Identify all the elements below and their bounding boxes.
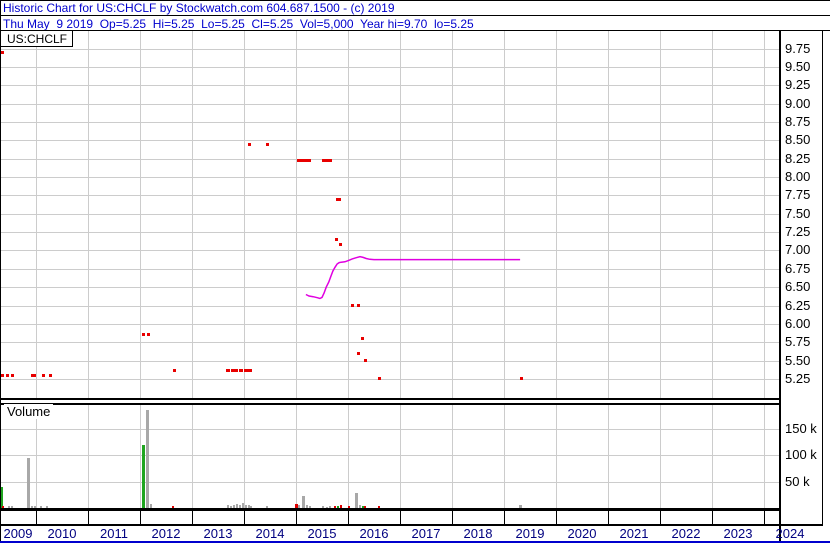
year-tick [660, 511, 661, 524]
year-tick [244, 511, 245, 524]
year-tick [556, 511, 557, 524]
year-label: 2012 [151, 526, 181, 541]
year-tick [88, 511, 89, 524]
year-label: 2013 [203, 526, 233, 541]
year-label: 2021 [619, 526, 649, 541]
year-tick [712, 511, 713, 524]
year-label: 2024 [775, 526, 805, 541]
symbol-label: US:CHCLF [7, 32, 68, 46]
year-label: 2011 [100, 526, 128, 541]
stockwatch-historic-chart: Historic Chart for US:CHCLF by Stockwatc… [0, 0, 830, 543]
year-label: 2023 [723, 526, 753, 541]
year-tick [764, 511, 765, 524]
year-tick [36, 511, 37, 524]
time-axis: 2009 2010 2011 2012 2013 2014 2015 2016 2017 2018… [0, 0, 830, 543]
year-tick [504, 511, 505, 524]
year-label: 2016 [359, 526, 389, 541]
year-label: 2015 [307, 526, 337, 541]
year-tick [192, 511, 193, 524]
year-tick [140, 511, 141, 524]
year-tick [400, 511, 401, 524]
year-label: 2022 [671, 526, 701, 541]
year-label: 2014 [255, 526, 285, 541]
year-label: 2020 [567, 526, 597, 541]
symbol-label-box: US:CHCLF [1, 31, 73, 47]
volume-panel-label: Volume [4, 404, 54, 419]
year-tick [296, 511, 297, 524]
year-label: 2009 [3, 526, 33, 541]
year-tick [452, 511, 453, 524]
year-label: 2018 [463, 526, 493, 541]
year-label: 2010 [47, 526, 77, 541]
year-label: 2019 [515, 526, 545, 541]
year-tick [608, 511, 609, 524]
year-label: 2017 [411, 526, 441, 541]
year-tick [348, 511, 349, 524]
